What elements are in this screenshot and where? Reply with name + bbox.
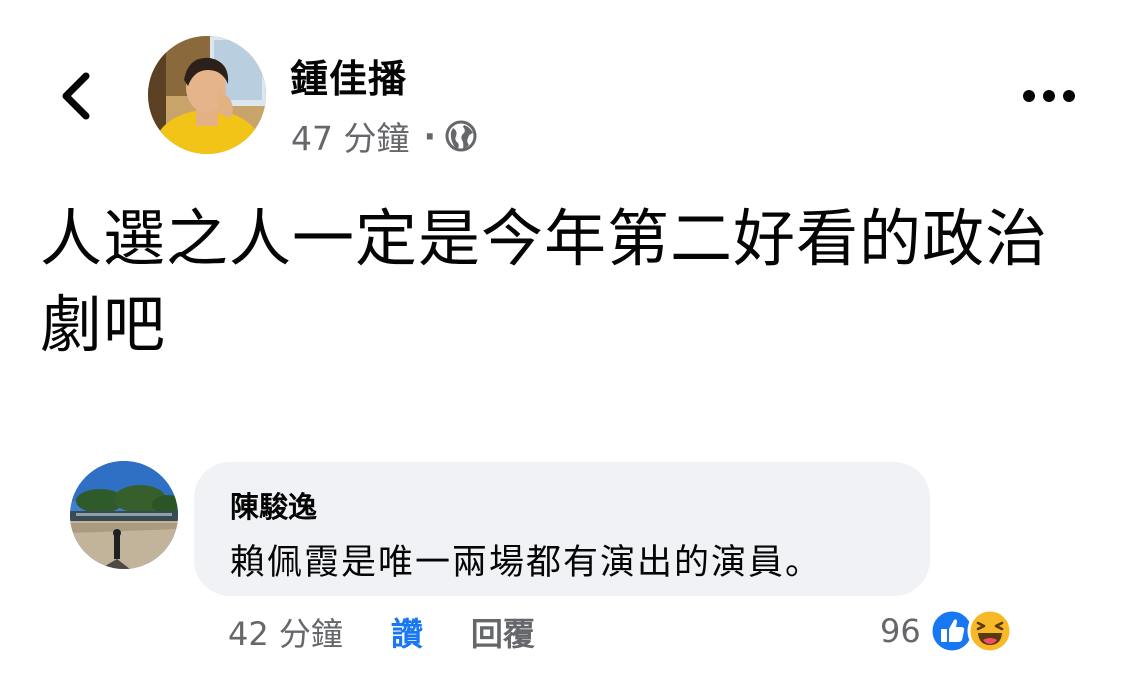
comment-reply-button[interactable]: 回覆 — [471, 609, 535, 655]
comment-actions: 42 分鐘 讚 回覆 — [228, 609, 535, 655]
author-name[interactable]: 鍾佳播 — [290, 48, 407, 103]
reaction-count: 96 — [880, 612, 921, 650]
globe-icon[interactable] — [444, 119, 478, 153]
more-horizontal-icon — [1023, 90, 1075, 102]
comment-bubble[interactable]: 陳駿逸 賴佩霞是唯一兩場都有演出的演員。 — [194, 462, 930, 596]
commenter-avatar[interactable] — [70, 461, 178, 569]
haha-icon — [967, 608, 1013, 654]
author-avatar-image — [148, 36, 266, 154]
commenter-name[interactable]: 陳駿逸 — [230, 484, 317, 526]
comment-like-button[interactable]: 讚 — [391, 609, 423, 655]
comment-timestamp[interactable]: 42 分鐘 — [228, 609, 343, 655]
chevron-left-icon — [62, 72, 90, 120]
back-button[interactable] — [50, 68, 102, 124]
more-options-button[interactable] — [1018, 74, 1080, 118]
post-meta: 47 分鐘 · — [291, 112, 478, 160]
post-timestamp[interactable]: 47 分鐘 — [291, 112, 409, 160]
commenter-avatar-image — [70, 461, 178, 569]
comment-reactions[interactable]: 96 — [880, 606, 1013, 656]
post-page: 鍾佳播 47 分鐘 · 人選之人一定是今年第二好看的政治劇吧 陳駿逸 賴佩霞是唯… — [0, 0, 1125, 698]
comment-text: 賴佩霞是唯一兩場都有演出的演員。 — [230, 543, 823, 583]
meta-separator: · — [423, 116, 437, 156]
author-avatar[interactable] — [148, 36, 266, 154]
post-text: 人選之人一定是今年第二好看的政治劇吧 — [40, 202, 1049, 361]
